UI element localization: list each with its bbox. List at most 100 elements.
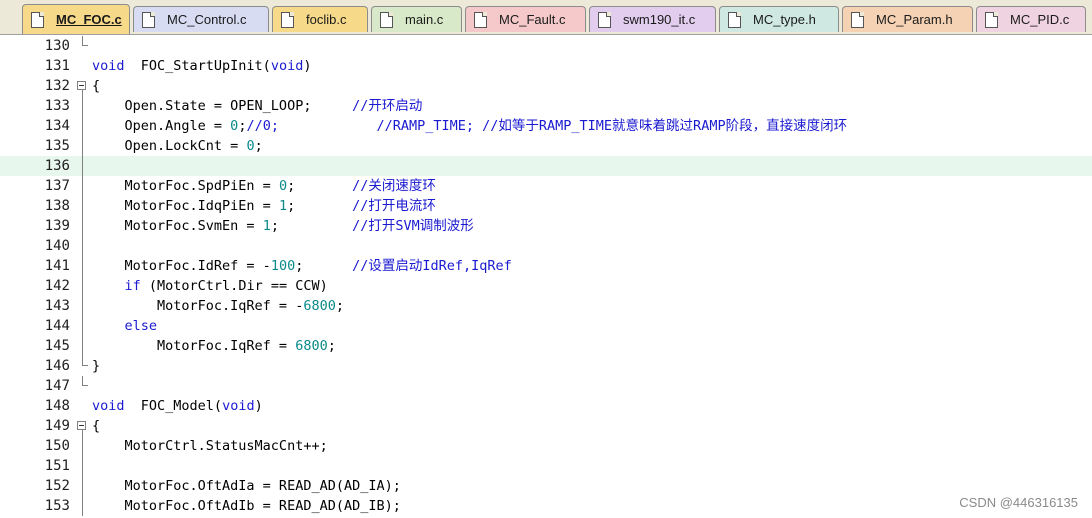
code-line[interactable]: 142 if (MotorCtrl.Dir == CCW) — [0, 276, 1092, 296]
code-text: MotorFoc.IqRef = -6800; — [92, 296, 344, 316]
keyword-token: void — [270, 58, 304, 74]
tab-label: MC_Fault.c — [499, 12, 566, 27]
fold-guide — [76, 216, 90, 236]
code-token: } — [92, 358, 101, 374]
tab-mc-foc-c[interactable]: MC_FOC.c — [22, 4, 130, 34]
code-line[interactable]: 139 MotorFoc.SvmEn = 1; //打开SVM调制波形 — [0, 216, 1092, 236]
keyword-token: void — [92, 58, 125, 74]
tab-label: main.c — [405, 12, 444, 27]
code-line[interactable]: 152 MotorFoc.OftAdIa = READ_AD(AD_IA); — [0, 476, 1092, 496]
code-token: FOC_StartUpInit( — [124, 58, 271, 74]
code-text: MotorFoc.OftAdIa = READ_AD(AD_IA); — [92, 476, 401, 496]
fold-guide — [76, 156, 90, 176]
code-token: MotorFoc.OftAdIb = READ_AD(AD_IB); — [92, 498, 401, 514]
line-number: 131 — [44, 58, 70, 74]
code-line[interactable]: 151 — [0, 456, 1092, 476]
fold-guide — [76, 296, 90, 316]
code-line[interactable]: 141 MotorFoc.IdRef = -100; //设置启动IdRef,I… — [0, 256, 1092, 276]
code-token: MotorFoc.IqRef = - — [92, 298, 304, 314]
code-token: ; — [327, 338, 336, 354]
fold-guide — [76, 396, 90, 416]
code-line[interactable]: 133 Open.State = OPEN_LOOP; //开环启动 — [0, 96, 1092, 116]
line-number: 150 — [44, 438, 70, 454]
fold-guide — [76, 496, 90, 516]
tab-main-c[interactable]: main.c — [371, 6, 462, 32]
tab-mc-control-c[interactable]: MC_Control.c — [133, 6, 269, 32]
code-line[interactable]: 140 — [0, 236, 1092, 256]
tab-label: MC_Param.h — [876, 12, 953, 27]
code-text: { — [92, 416, 100, 436]
fold-collapse-icon[interactable] — [76, 416, 90, 436]
fold-guide — [76, 56, 90, 76]
code-line[interactable]: 145 MotorFoc.IqRef = 6800; — [0, 336, 1092, 356]
code-text: MotorFoc.IdqPiEn = 1; //打开电流环 — [92, 196, 436, 216]
line-number: 143 — [44, 298, 70, 314]
code-line[interactable]: 149 { — [0, 416, 1092, 436]
comment-token: //关闭速度环 — [352, 178, 436, 194]
keyword-token: if — [124, 278, 141, 294]
line-number: 133 — [44, 98, 70, 114]
fold-guide — [76, 116, 90, 136]
line-number: 139 — [44, 218, 70, 234]
code-line[interactable]: 147 — [0, 376, 1092, 396]
comment-token: //开环启动 — [352, 98, 423, 114]
code-text: if (MotorCtrl.Dir == CCW) — [92, 276, 328, 296]
code-token: MotorFoc.OftAdIa = READ_AD(AD_IA); — [92, 478, 401, 494]
code-line[interactable]: 132 { — [0, 76, 1092, 96]
code-token: ; — [295, 258, 353, 274]
file-icon — [474, 11, 487, 28]
code-line[interactable]: 136 — [0, 156, 1092, 176]
tab-mc-fault-c[interactable]: MC_Fault.c — [465, 6, 586, 32]
tab-mc-pid-c[interactable]: MC_PID.c — [976, 6, 1086, 32]
file-icon — [142, 11, 155, 28]
tab-mc-param-h[interactable]: MC_Param.h — [842, 6, 973, 32]
tab-mc-type-h[interactable]: MC_type.h — [719, 6, 839, 32]
code-text: MotorFoc.OftAdIb = READ_AD(AD_IB); — [92, 496, 401, 516]
line-number: 142 — [44, 278, 70, 294]
number-token: 1 — [262, 218, 271, 234]
code-text: { — [92, 76, 100, 96]
code-line[interactable]: 138 MotorFoc.IdqPiEn = 1; //打开电流环 — [0, 196, 1092, 216]
line-number: 136 — [44, 158, 70, 174]
fold-guide — [76, 436, 90, 456]
code-line[interactable]: 134 Open.Angle = 0;//0; //RAMP_TIME; //如… — [0, 116, 1092, 136]
tab-label: MC_FOC.c — [56, 12, 122, 27]
line-number: 151 — [44, 458, 70, 474]
code-line[interactable]: 131 void FOC_StartUpInit(void) — [0, 56, 1092, 76]
code-line[interactable]: 137 MotorFoc.SpdPiEn = 0; //关闭速度环 — [0, 176, 1092, 196]
comment-token: //打开电流环 — [352, 198, 436, 214]
code-text: Open.Angle = 0;//0; //RAMP_TIME; //如等于RA… — [92, 116, 848, 136]
code-line[interactable]: 150 MotorCtrl.StatusMacCnt++; — [0, 436, 1092, 456]
number-token: 0 — [246, 138, 255, 154]
code-token: { — [92, 78, 101, 94]
fold-guide — [76, 316, 90, 336]
code-line[interactable]: 144 else — [0, 316, 1092, 336]
tab-label: MC_PID.c — [1010, 12, 1070, 27]
line-number: 137 — [44, 178, 70, 194]
fold-guide — [76, 36, 90, 56]
fold-guide — [76, 376, 90, 396]
line-number: 144 — [44, 318, 70, 334]
code-token: ) — [254, 398, 263, 414]
watermark: CSDN @446316135 — [959, 495, 1078, 510]
code-text: void FOC_Model(void) — [92, 396, 263, 416]
number-token: 1 — [278, 198, 288, 214]
code-line[interactable]: 153 MotorFoc.OftAdIb = READ_AD(AD_IB); — [0, 496, 1092, 516]
tab-swm190-it-c[interactable]: swm190_it.c — [589, 6, 716, 32]
code-token: FOC_Model( — [124, 398, 223, 414]
code-line[interactable]: 146} — [0, 356, 1092, 376]
fold-guide — [76, 136, 90, 156]
code-editor[interactable]: 130 131 void FOC_StartUpInit(void) 132 {133 … — [0, 35, 1092, 518]
file-icon — [985, 11, 998, 28]
fold-collapse-icon[interactable] — [76, 76, 90, 96]
code-line[interactable]: 148 void FOC_Model(void) — [0, 396, 1092, 416]
tab-foclib-c[interactable]: foclib.c — [272, 6, 368, 32]
number-token: 100 — [270, 258, 296, 274]
code-line[interactable]: 135 Open.LockCnt = 0; — [0, 136, 1092, 156]
code-line[interactable]: 143 MotorFoc.IqRef = -6800; — [0, 296, 1092, 316]
comment-token: //0; //RAMP_TIME; //如等于RAMP_TIME就意味着跳过RA… — [246, 118, 848, 134]
code-line[interactable]: 130 — [0, 36, 1092, 56]
code-text: MotorFoc.SvmEn = 1; //打开SVM调制波形 — [92, 216, 474, 236]
